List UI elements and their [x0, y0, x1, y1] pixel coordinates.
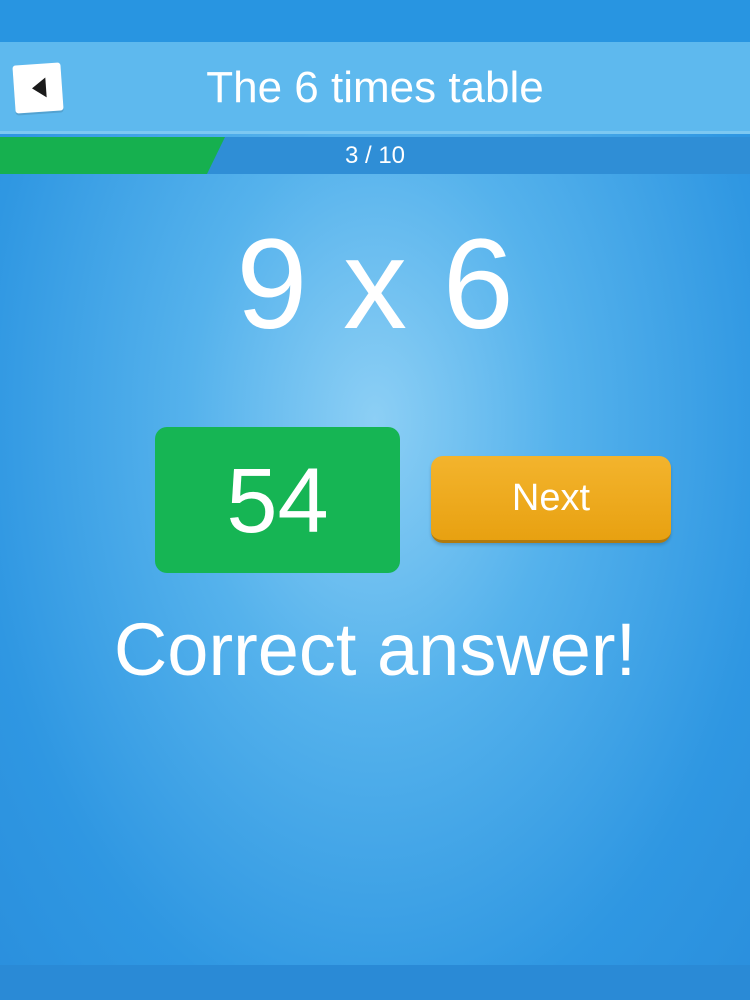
- header-bar: The 6 times table: [0, 42, 750, 134]
- progress-label: 3 / 10: [344, 142, 406, 169]
- answer-box: 54: [155, 427, 400, 573]
- bottom-strip: [0, 965, 750, 1000]
- feedback-message: Correct answer!: [113, 608, 637, 691]
- progress-bar: 3 / 10: [0, 137, 750, 174]
- question-text: 9 x 6: [236, 213, 514, 356]
- answer-value: 54: [226, 450, 329, 552]
- next-button[interactable]: Next: [431, 456, 671, 543]
- status-bar-strip: [0, 0, 750, 42]
- page-title: The 6 times table: [206, 63, 544, 112]
